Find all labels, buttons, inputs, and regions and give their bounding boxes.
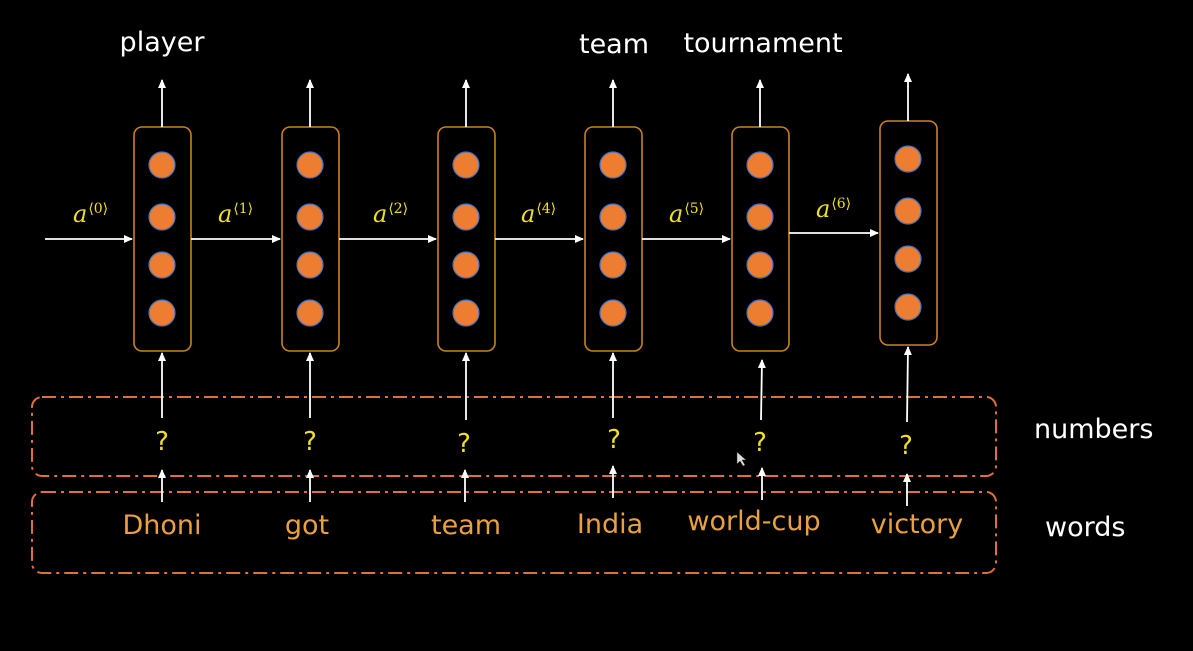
activation-label-0: a⟨0⟩ xyxy=(73,200,109,228)
rnn-cell-2 xyxy=(281,126,340,352)
numbers-band-label: numbers xyxy=(1034,414,1154,445)
word-2: got xyxy=(284,510,330,541)
rnn-cell-4 xyxy=(584,126,643,352)
encoding-placeholder-2: ? xyxy=(303,427,317,457)
word-3: team xyxy=(430,510,502,541)
hidden-node xyxy=(296,251,324,279)
hidden-node xyxy=(148,203,176,231)
encoding-placeholder-5: ? xyxy=(753,428,767,458)
input-arrow xyxy=(903,346,912,423)
numbers-band xyxy=(31,396,997,477)
rnn-cell-3 xyxy=(437,126,496,352)
hidden-node xyxy=(148,251,176,279)
word-5: world-cup xyxy=(687,506,821,537)
encoding-placeholder-6: ? xyxy=(899,431,913,461)
mouse-cursor-icon xyxy=(736,451,747,467)
activation-label-3: a⟨4⟩ xyxy=(521,200,557,228)
activation-label-2: a⟨2⟩ xyxy=(373,200,409,228)
rnn-diagram-graphics xyxy=(31,73,997,574)
hidden-node xyxy=(296,203,324,231)
rnn-cell-5 xyxy=(731,126,790,352)
hidden-node xyxy=(296,151,324,179)
encoding-placeholder-4: ? xyxy=(607,425,621,455)
hidden-node xyxy=(746,251,774,279)
hidden-node xyxy=(894,145,922,173)
activation-label-5: a⟨6⟩ xyxy=(816,195,852,223)
rnn-cell-1 xyxy=(133,126,192,352)
hidden-node xyxy=(599,203,627,231)
hidden-node xyxy=(452,203,480,231)
activation-label-4: a⟨5⟩ xyxy=(669,200,705,228)
rnn-cell-6 xyxy=(879,120,938,346)
hidden-node xyxy=(148,151,176,179)
hidden-node xyxy=(746,203,774,231)
rnn-diagram: player team tournament a⟨0⟩ a⟨1⟩ a⟨2⟩ a⟨… xyxy=(0,0,1193,647)
hidden-node xyxy=(894,245,922,273)
hidden-node xyxy=(894,293,922,321)
input-arrow xyxy=(757,359,766,421)
encoding-placeholder-1: ? xyxy=(155,427,169,457)
hidden-node xyxy=(452,251,480,279)
hidden-node xyxy=(894,197,922,225)
hidden-node xyxy=(452,299,480,327)
hidden-node xyxy=(599,299,627,327)
word-1: Dhoni xyxy=(122,510,202,541)
words-band-label: words xyxy=(1045,512,1126,543)
encoding-placeholder-3: ? xyxy=(457,429,471,459)
output-label-5: tournament xyxy=(683,28,843,59)
hidden-node xyxy=(599,251,627,279)
output-label-4: team xyxy=(578,29,650,60)
hidden-node xyxy=(296,299,324,327)
output-label-1: player xyxy=(119,27,205,58)
hidden-node xyxy=(599,151,627,179)
hidden-node xyxy=(452,151,480,179)
word-6: victory xyxy=(870,509,964,540)
hidden-node xyxy=(148,299,176,327)
word-4: India xyxy=(576,509,644,540)
hidden-node xyxy=(746,299,774,327)
hidden-node xyxy=(746,151,774,179)
activation-label-1: a⟨1⟩ xyxy=(218,200,254,228)
